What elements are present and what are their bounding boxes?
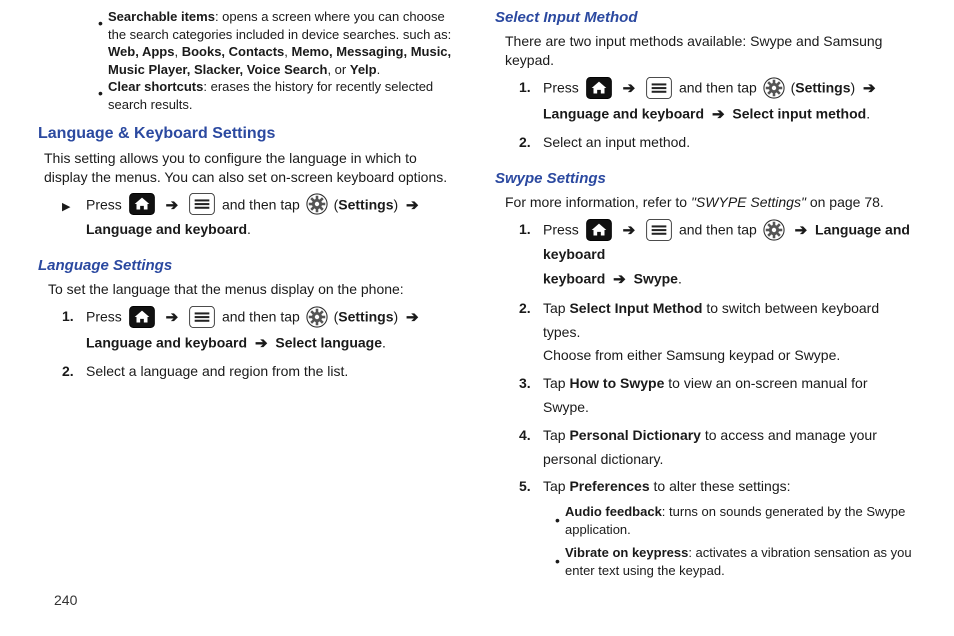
gear-icon — [763, 77, 785, 99]
left-column: Searchable items: opens a screen where y… — [38, 8, 459, 636]
swype-steps: 1. Press ➔ and then tap ➔ Language and k… — [495, 218, 916, 585]
step-number: 1. — [62, 305, 86, 329]
main-steps: Press ➔ and then tap (Settings) ➔ Langua… — [38, 193, 459, 242]
lang-step-1: 1. Press ➔ and then tap (Settings) ➔ Lan… — [62, 305, 459, 356]
step-number: 2. — [62, 360, 86, 384]
step-body: Press ➔ and then tap (Settings) ➔ Langua… — [86, 193, 459, 242]
bullet-searchable-items: Searchable items: opens a screen where y… — [98, 8, 459, 78]
menu-icon — [188, 306, 216, 328]
menu-icon — [645, 77, 673, 99]
bullet-icon — [98, 84, 108, 103]
lang-step-2: 2. Select a language and region from the… — [62, 360, 459, 384]
top-bullets: Searchable items: opens a screen where y… — [98, 8, 459, 113]
gear-icon — [306, 306, 328, 328]
im-step-2: 2. Select an input method. — [519, 131, 916, 155]
step-body: Press ➔ and then tap ➔ Language and keyb… — [543, 218, 916, 293]
subheading-select-input-method: Select Input Method — [495, 8, 916, 28]
arrow-icon: ➔ — [613, 267, 626, 293]
pref-audio-feedback: Audio feedback: turns on sounds generate… — [555, 503, 916, 538]
step-body: Select a language and region from the li… — [86, 360, 459, 384]
swype-step-2: 2. Tap Select Input Method to switch bet… — [519, 297, 916, 368]
bullet-text: Audio feedback: turns on sounds generate… — [565, 503, 916, 538]
step-body: Press ➔ and then tap (Settings) ➔ Langua… — [86, 305, 459, 356]
step-body: Tap Personal Dictionary to access and ma… — [543, 424, 916, 472]
right-column: Select Input Method There are two input … — [495, 8, 916, 636]
preferences-bullets: Audio feedback: turns on sounds generate… — [543, 503, 916, 579]
arrow-icon: ➔ — [406, 305, 419, 331]
step-number: 1. — [519, 218, 543, 242]
arrow-icon: ➔ — [406, 193, 419, 219]
menu-icon — [645, 219, 673, 241]
home-icon — [585, 77, 613, 99]
section-intro: This setting allows you to configure the… — [44, 149, 459, 187]
home-icon — [128, 306, 156, 328]
arrow-icon: ➔ — [255, 331, 268, 357]
input-method-steps: 1. Press ➔ and then tap (Settings) ➔ Lan… — [495, 76, 916, 155]
arrow-icon: ➔ — [166, 305, 179, 331]
step-number: 2. — [519, 297, 543, 321]
step-number: 1. — [519, 76, 543, 100]
arrow-icon: ➔ — [623, 218, 636, 244]
swype-step-4: 4. Tap Personal Dictionary to access and… — [519, 424, 916, 472]
step-press-settings: Press ➔ and then tap (Settings) ➔ Langua… — [62, 193, 459, 242]
bullet-icon — [555, 509, 565, 533]
section-heading-language-keyboard: Language & Keyboard Settings — [38, 123, 459, 145]
pref-vibrate: Vibrate on keypress: activates a vibrati… — [555, 544, 916, 579]
home-icon — [128, 193, 156, 215]
step-number: 3. — [519, 372, 543, 396]
swype-step-1: 1. Press ➔ and then tap ➔ Language and k… — [519, 218, 916, 293]
step-body: Tap Select Input Method to switch betwee… — [543, 297, 916, 368]
bullet-icon — [98, 14, 108, 33]
bullet-lead: Searchable items — [108, 9, 215, 24]
menu-icon — [188, 193, 216, 215]
bullet-lead: Clear shortcuts — [108, 79, 203, 94]
home-icon — [585, 219, 613, 241]
arrow-icon: ➔ — [623, 76, 636, 102]
gear-icon — [763, 219, 785, 241]
triangle-marker-icon — [62, 195, 86, 217]
bullet-icon — [555, 550, 565, 574]
step-number: 2. — [519, 131, 543, 155]
arrow-icon: ➔ — [863, 76, 876, 102]
step-number: 5. — [519, 475, 543, 499]
arrow-icon: ➔ — [712, 102, 725, 128]
swype-step-5: 5. Tap Preferences to alter these settin… — [519, 475, 916, 585]
swype-step-3: 3. Tap How to Swype to view an on-screen… — [519, 372, 916, 420]
subheading-swype-settings: Swype Settings — [495, 169, 916, 189]
bullet-text: Clear shortcuts: erases the history for … — [108, 78, 459, 113]
bullet-clear-shortcuts: Clear shortcuts: erases the history for … — [98, 78, 459, 113]
arrow-icon: ➔ — [166, 193, 179, 219]
step-body: Tap How to Swype to view an on-screen ma… — [543, 372, 916, 420]
bullet-text: Searchable items: opens a screen where y… — [108, 8, 459, 78]
bullet-text: Vibrate on keypress: activates a vibrati… — [565, 544, 916, 579]
page-number: 240 — [54, 592, 77, 608]
gear-icon — [306, 193, 328, 215]
language-steps: 1. Press ➔ and then tap (Settings) ➔ Lan… — [38, 305, 459, 384]
step-body: Press ➔ and then tap (Settings) ➔ Langua… — [543, 76, 916, 127]
sub-intro: For more information, refer to "SWYPE Se… — [505, 193, 916, 212]
cross-reference: "SWYPE Settings" — [691, 194, 806, 210]
step-body: Tap Preferences to alter these settings:… — [543, 475, 916, 585]
sub-intro: There are two input methods available: S… — [505, 32, 916, 70]
sub-intro: To set the language that the menus displ… — [48, 280, 459, 299]
im-step-1: 1. Press ➔ and then tap (Settings) ➔ Lan… — [519, 76, 916, 127]
arrow-icon: ➔ — [795, 218, 808, 244]
subheading-language-settings: Language Settings — [38, 256, 459, 276]
step-number: 4. — [519, 424, 543, 448]
step-body: Select an input method. — [543, 131, 916, 155]
